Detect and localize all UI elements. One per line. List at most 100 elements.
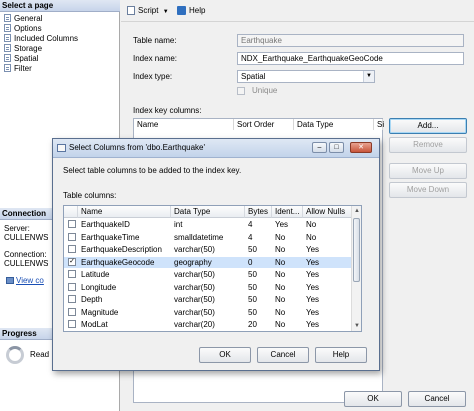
page-icon <box>4 24 11 32</box>
main-ok-button[interactable]: OK <box>344 391 402 407</box>
index-type-label: Index type: <box>133 72 173 81</box>
add-button[interactable]: Add... <box>389 118 467 134</box>
nav-included-columns[interactable]: Included Columns <box>4 34 78 44</box>
col-header-data-type[interactable]: Data Type <box>294 119 374 130</box>
cell-ident: No <box>275 257 286 267</box>
col-header-data-type[interactable]: Data Type <box>171 206 245 218</box>
table-row[interactable]: ModLat varchar(20) 20 No Yes <box>64 319 352 330</box>
table-row[interactable]: EarthquakeDescription varchar(50) 50 No Yes <box>64 244 352 255</box>
nav-filter[interactable]: Filter <box>4 64 32 74</box>
close-icon[interactable]: ✕ <box>350 142 372 153</box>
dialog-titlebar: Select Columns from 'dbo.Earthquake' – □… <box>53 139 379 158</box>
toolbar: Script ▼ Help <box>121 0 474 22</box>
nav-general[interactable]: General <box>4 14 42 24</box>
move-up-button[interactable]: Move Up <box>389 163 467 179</box>
cell-name: Longitude <box>81 282 117 292</box>
cell-bytes: 50 <box>248 282 257 292</box>
cell-type: varchar(50) <box>174 245 215 254</box>
script-icon <box>127 6 135 15</box>
vertical-scrollbar[interactable]: ▲ ▼ <box>351 206 361 331</box>
nav-storage[interactable]: Storage <box>4 44 42 54</box>
table-row[interactable]: Latitude varchar(50) 50 No Yes <box>64 269 352 280</box>
unique-checkbox[interactable] <box>237 87 245 95</box>
scroll-thumb[interactable] <box>353 218 360 282</box>
cell-bytes: 50 <box>248 307 257 317</box>
page-icon <box>4 44 11 52</box>
page-icon <box>4 14 11 22</box>
col-header-name[interactable]: Name <box>78 206 171 218</box>
dialog-help-button[interactable]: Help <box>315 347 367 363</box>
help-label: Help <box>189 6 206 15</box>
table-row[interactable]: Longitude varchar(50) 50 No Yes <box>64 282 352 293</box>
col-header-identity[interactable]: Ident... <box>272 206 303 218</box>
table-row[interactable]: ✓ EarthquakeGeocode geography 0 No Yes <box>64 256 352 268</box>
cell-bytes: 20 <box>248 320 257 329</box>
cell-type: varchar(50) <box>174 270 215 279</box>
column-checkbox[interactable] <box>68 220 76 228</box>
cell-type: varchar(50) <box>174 282 215 292</box>
minimize-icon[interactable]: – <box>312 142 327 153</box>
cell-name: ModLat <box>81 320 108 329</box>
index-name-input[interactable]: NDX_Earthquake_EarthquakeGeoCode <box>237 52 464 65</box>
script-button[interactable]: Script ▼ <box>127 5 169 17</box>
cell-nulls: Yes <box>306 307 320 317</box>
cell-nulls: Yes <box>306 245 320 254</box>
cell-nulls: Yes <box>306 320 320 329</box>
column-checkbox[interactable] <box>68 320 76 328</box>
nav-label: Storage <box>14 44 43 53</box>
help-icon <box>177 6 186 15</box>
dialog-ok-button[interactable]: OK <box>199 347 251 363</box>
columns-table: Name Data Type Bytes Ident... Allow Null… <box>63 205 362 332</box>
maximize-icon[interactable]: □ <box>329 142 344 153</box>
column-checkbox[interactable] <box>68 245 76 253</box>
cell-bytes: 50 <box>248 295 257 304</box>
cell-type: geography <box>174 257 212 267</box>
cell-ident: No <box>275 270 286 279</box>
help-button[interactable]: Help <box>177 5 205 17</box>
cell-nulls: Yes <box>306 295 320 304</box>
column-checkbox[interactable] <box>68 282 76 291</box>
dropdown-arrow-icon: ▼ <box>162 9 169 15</box>
nav-options[interactable]: Options <box>4 24 42 34</box>
table-icon <box>57 144 66 152</box>
select-columns-dialog: Select Columns from 'dbo.Earthquake' – □… <box>52 138 380 371</box>
col-header-name[interactable]: Name <box>134 119 234 130</box>
dialog-cancel-button[interactable]: Cancel <box>257 347 309 363</box>
cell-name: EarthquakeTime <box>81 232 140 242</box>
table-columns-label: Table columns: <box>63 191 117 200</box>
index-name-label: Index name: <box>133 54 178 63</box>
column-checkbox-checked[interactable]: ✓ <box>68 257 76 266</box>
index-type-select[interactable]: Spatial ▼ <box>237 70 375 83</box>
cell-nulls: No <box>306 232 317 242</box>
dialog-title: Select Columns from 'dbo.Earthquake' <box>69 143 206 152</box>
nav-label: Filter <box>14 64 32 73</box>
table-name-label: Table name: <box>133 36 177 45</box>
main-cancel-button[interactable]: Cancel <box>408 391 466 407</box>
table-name-field: Earthquake <box>237 34 464 47</box>
nav-label: Options <box>14 24 42 33</box>
col-header-size[interactable]: Si <box>374 119 384 130</box>
column-checkbox[interactable] <box>68 270 76 278</box>
table-row[interactable]: EarthquakeTime smalldatetime 4 No No <box>64 232 352 243</box>
column-checkbox[interactable] <box>68 295 76 303</box>
scroll-down-icon[interactable]: ▼ <box>352 321 361 331</box>
col-header-bytes[interactable]: Bytes <box>245 206 272 218</box>
remove-button[interactable]: Remove <box>389 137 467 153</box>
cell-type: varchar(50) <box>174 307 215 317</box>
cell-nulls: No <box>306 220 317 229</box>
column-checkbox[interactable] <box>68 232 76 241</box>
scroll-up-icon[interactable]: ▲ <box>352 206 361 216</box>
nav-spatial[interactable]: Spatial <box>4 54 38 64</box>
progress-spinner-icon <box>6 346 24 364</box>
col-header-allow-nulls[interactable]: Allow Nulls <box>303 206 352 218</box>
progress-status: Read <box>30 350 50 359</box>
table-row[interactable]: Depth varchar(50) 50 No Yes <box>64 294 352 305</box>
table-row[interactable]: Magnitude varchar(50) 50 No Yes <box>64 307 352 318</box>
page-icon <box>4 54 11 62</box>
col-header-sort-order[interactable]: Sort Order <box>234 119 294 130</box>
view-connection-link[interactable]: View co <box>6 276 50 285</box>
table-row[interactable]: EarthquakeID int 4 Yes No <box>64 219 352 230</box>
move-down-button[interactable]: Move Down <box>389 182 467 198</box>
column-checkbox[interactable] <box>68 307 76 316</box>
col-header-check[interactable] <box>64 206 78 218</box>
